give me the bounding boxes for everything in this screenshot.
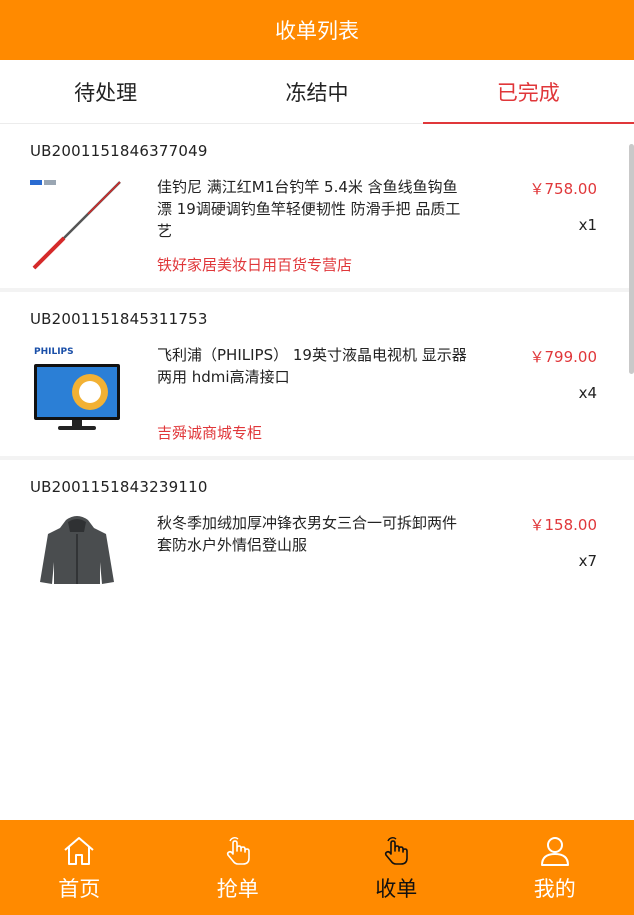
app: 收单列表 待处理 冻结中 已完成 UB2001151846377049 佳钓尼 … [0, 0, 634, 915]
product-title[interactable]: 秋冬季加绒加厚冲锋衣男女三合一可拆卸两件套防水户外情侣登山服 [157, 512, 469, 556]
tab-pending[interactable]: 待处理 [0, 60, 211, 123]
product-title[interactable]: 佳钓尼 满江红M1台钓竿 5.4米 含鱼线鱼钩鱼漂 19调硬调钓鱼竿轻便韧性 防… [157, 176, 469, 242]
nav-grab-order[interactable]: 抢单 [159, 820, 318, 915]
jacket-image [28, 512, 126, 584]
fishing-rod-image [28, 176, 126, 274]
nav-label: 抢单 [216, 876, 259, 901]
tab-bar: 待处理 冻结中 已完成 [0, 60, 634, 124]
nav-mine[interactable]: 我的 [476, 820, 634, 915]
tap-hand-icon [385, 836, 409, 865]
user-icon [540, 836, 569, 866]
nav-receive-order[interactable]: 收单 [317, 820, 476, 915]
order-id: UB2001151846377049 [30, 142, 208, 160]
order-id: UB2001151845311753 [30, 310, 208, 328]
order-id: UB2001151843239110 [30, 478, 208, 496]
order-price: ￥758.00 [529, 180, 598, 198]
page-header: 收单列表 [0, 0, 634, 60]
order-price: ￥158.00 [529, 516, 598, 534]
tv-image: PHILIPS [28, 344, 126, 442]
product-title[interactable]: 飞利浦（PHILIPS） 19英寸液晶电视机 显示器两用 hdmi高清接口 [157, 344, 469, 388]
order-list[interactable]: UB2001151846377049 佳钓尼 满江红M1台钓竿 5.4米 含鱼线… [0, 124, 634, 584]
nav-label: 首页 [58, 876, 101, 901]
page-title: 收单列表 [275, 19, 359, 43]
order-card[interactable]: UB2001151845311753 PHILIPS 飞利浦（PHILIPS） … [0, 292, 634, 460]
tab-completed[interactable]: 已完成 [422, 60, 634, 124]
nav-label: 我的 [533, 876, 576, 901]
order-quantity: x7 [578, 552, 597, 570]
order-card[interactable]: UB2001151846377049 佳钓尼 满江红M1台钓竿 5.4米 含鱼线… [0, 124, 634, 292]
brand-logo: PHILIPS [34, 347, 74, 357]
order-price: ￥799.00 [529, 348, 598, 366]
tab-frozen[interactable]: 冻结中 [211, 60, 422, 123]
nav-home[interactable]: 首页 [0, 820, 159, 915]
home-icon [64, 836, 94, 865]
bottom-nav: 首页 抢单 收单 我的 [0, 820, 634, 915]
order-card[interactable]: UB2001151843239110 秋冬季加绒加厚冲锋衣男女三合一可拆卸两件套… [0, 460, 634, 584]
nav-label: 收单 [375, 876, 418, 901]
tap-hand-icon [226, 836, 250, 865]
shop-name[interactable]: 铁好家居美妆日用百货专营店 [157, 254, 352, 275]
order-quantity: x1 [578, 216, 597, 234]
order-quantity: x4 [578, 384, 597, 402]
shop-name[interactable]: 吉舜诚商城专柜 [157, 422, 262, 443]
scrollbar[interactable] [629, 144, 634, 374]
